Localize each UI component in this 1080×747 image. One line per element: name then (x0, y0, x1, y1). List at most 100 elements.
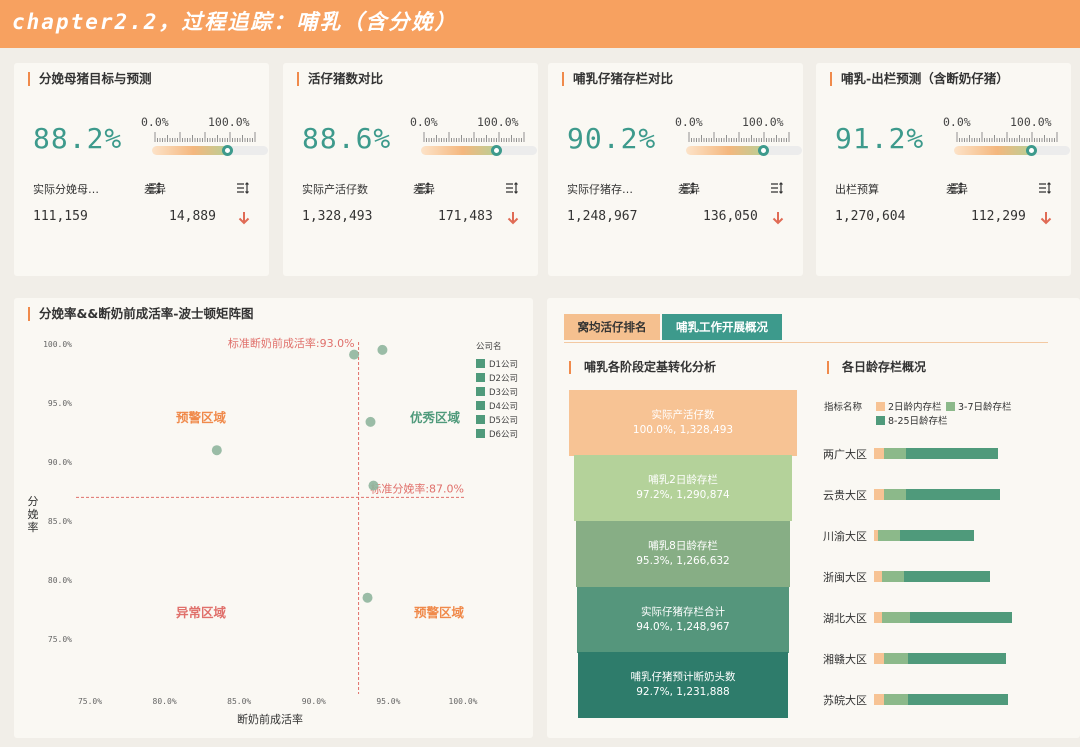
bar-segment[interactable] (884, 489, 906, 500)
bar-category-label: 云贵大区 (823, 489, 867, 502)
funnel-stage-pct: 97.2% (636, 489, 670, 501)
legend-swatch (476, 373, 485, 382)
funnel-stage-pct: 94.0% (636, 621, 670, 633)
sort-icon[interactable] (950, 181, 964, 195)
kpi-title: 活仔猪数对比 (297, 72, 383, 86)
bar-segment[interactable] (878, 530, 900, 541)
scatter-point[interactable] (377, 344, 388, 355)
ref-line-survival-label: 标准断奶前成活率:93.0% (228, 336, 355, 350)
page-title: chapter2.2，过程追踪：哺乳（含分娩） (12, 10, 458, 34)
funnel-stage-pct: 92.7% (636, 686, 670, 698)
arrow-down-icon (507, 212, 519, 225)
bar-legend-item[interactable]: 3-7日龄存栏 (946, 399, 1012, 413)
funnel-stage-stats: 94.0%, 1,248,967 (577, 620, 789, 635)
bar-segment[interactable] (884, 694, 908, 705)
sort-icon[interactable] (148, 181, 162, 195)
progress-fill (152, 146, 228, 155)
ref-line-farrowing-label: 标准分娩率:87.0% (370, 481, 464, 495)
bar-segment[interactable] (882, 571, 904, 582)
bar-segment[interactable] (874, 448, 884, 459)
funnel-stage-value: 1,328,493 (679, 424, 734, 436)
bar-segment[interactable] (882, 612, 910, 623)
funnel-stage-stats: 97.2%, 1,290,874 (574, 488, 792, 503)
metric-value: 1,328,493 (302, 209, 373, 224)
kpi-percent-value: 91.2% (835, 122, 925, 155)
scale-max-label: 100.0% (477, 115, 519, 129)
funnel-stage-value: 1,290,874 (676, 489, 730, 501)
funnel-stage[interactable]: 哺乳8日龄存栏 95.3%, 1,266,632 (576, 521, 790, 587)
arrow-down-icon (1040, 212, 1052, 225)
kpi-percent-value: 88.2% (33, 122, 123, 155)
bar-segment[interactable] (906, 448, 998, 459)
funnel-stage-name: 实际仔猪存栏合计 (641, 606, 725, 618)
scale-max-label: 100.0% (1010, 115, 1052, 129)
progress-track (954, 146, 1070, 155)
bar-segment[interactable] (874, 653, 884, 664)
quadrant-top-left: 预警区域 (176, 410, 227, 425)
x-tick-label: 90.0% (302, 697, 326, 706)
kpi-card: 哺乳仔猪存栏对比90.2%0.0%100.0%实际仔猪存栏合计差异1,248,9… (548, 63, 803, 276)
funnel-separator: , (672, 424, 680, 436)
nursing-overview-card: 窝均活仔排名 哺乳工作开展概况 哺乳各阶段定基转化分析 实际产活仔数 100.0%… (547, 298, 1080, 738)
bar-segment[interactable] (884, 653, 908, 664)
legend-title: 公司名 (476, 341, 502, 352)
diff-value: 112,299 (971, 209, 1026, 224)
progress-knob (758, 145, 769, 156)
sort-icon[interactable] (505, 181, 519, 195)
legend-label: 2日龄内存栏 (888, 402, 942, 413)
y-tick-label: 80.0% (48, 576, 72, 585)
scatter-point[interactable] (365, 416, 376, 427)
funnel-stage-stats: 92.7%, 1,231,888 (578, 685, 788, 700)
sort-icon[interactable] (1038, 181, 1052, 195)
bar-segment[interactable] (874, 694, 884, 705)
funnel-stage[interactable]: 哺乳仔猪预计断奶头数 92.7%, 1,231,888 (578, 652, 788, 718)
tab-underline (564, 342, 1048, 343)
bar-legend-item[interactable]: 8-25日龄存栏 (876, 413, 948, 427)
progress-knob (491, 145, 502, 156)
legend-label: 3-7日龄存栏 (958, 402, 1012, 413)
bar-legend-item[interactable]: 2日龄内存栏 (876, 399, 942, 413)
progress-fill (686, 146, 764, 155)
bar-segment[interactable] (908, 694, 1008, 705)
funnel-stage-stats: 100.0%, 1,328,493 (569, 423, 797, 438)
funnel-stage[interactable]: 实际仔猪存栏合计 94.0%, 1,248,967 (577, 587, 789, 653)
funnel-stage-name: 哺乳2日龄存栏 (648, 474, 718, 486)
bar-segment[interactable] (874, 612, 882, 623)
x-axis-label: 断奶前成活率 (237, 712, 303, 726)
y-tick-label: 85.0% (48, 517, 72, 526)
x-tick-label: 95.0% (376, 697, 400, 706)
arrow-down-icon (772, 212, 784, 225)
bar-segment[interactable] (906, 489, 1000, 500)
bar-segment[interactable] (874, 571, 882, 582)
progress-track (421, 146, 537, 155)
kpi-card: 活仔猪数对比 88.6% 0.0% 100.0% 实际产活仔数 差异 1,328,493 17… (283, 63, 538, 276)
bar-segment[interactable] (884, 448, 906, 459)
scatter-point[interactable] (362, 592, 373, 603)
scatter-point[interactable] (349, 349, 360, 360)
legend-swatch (946, 401, 955, 411)
scatter-point[interactable] (211, 445, 222, 456)
bar-category-label: 湘赣大区 (823, 653, 867, 666)
kpi-title: 分娩母猪目标与预测 (28, 72, 152, 86)
kpi-percent-value: 88.6% (302, 122, 392, 155)
tab-nursing-overview[interactable]: 哺乳工作开展概况 (662, 314, 782, 340)
sort-icon[interactable] (417, 181, 431, 195)
sort-icon[interactable] (236, 181, 250, 195)
bar-segment[interactable] (908, 653, 1006, 664)
y-axis-label: 分娩率 (28, 495, 39, 534)
bar-segment[interactable] (874, 489, 884, 500)
scale-min-label: 0.0% (141, 115, 169, 129)
bar-segment[interactable] (900, 530, 974, 541)
legend-swatch (476, 429, 485, 438)
sort-icon[interactable] (682, 181, 696, 195)
bar-title: 各日龄存栏概况 (827, 361, 926, 374)
bar-segment[interactable] (904, 571, 990, 582)
funnel-stage[interactable]: 实际产活仔数 100.0%, 1,328,493 (569, 390, 797, 456)
sort-icon[interactable] (770, 181, 784, 195)
tab-litter-ranking[interactable]: 窝均活仔排名 (564, 314, 660, 340)
bar-segment[interactable] (910, 612, 1012, 623)
legend-swatch (476, 387, 485, 396)
scatter-point[interactable] (368, 480, 379, 491)
funnel-stage[interactable]: 哺乳2日龄存栏 97.2%, 1,290,874 (574, 455, 792, 521)
bar-category-label: 川渝大区 (823, 530, 867, 543)
